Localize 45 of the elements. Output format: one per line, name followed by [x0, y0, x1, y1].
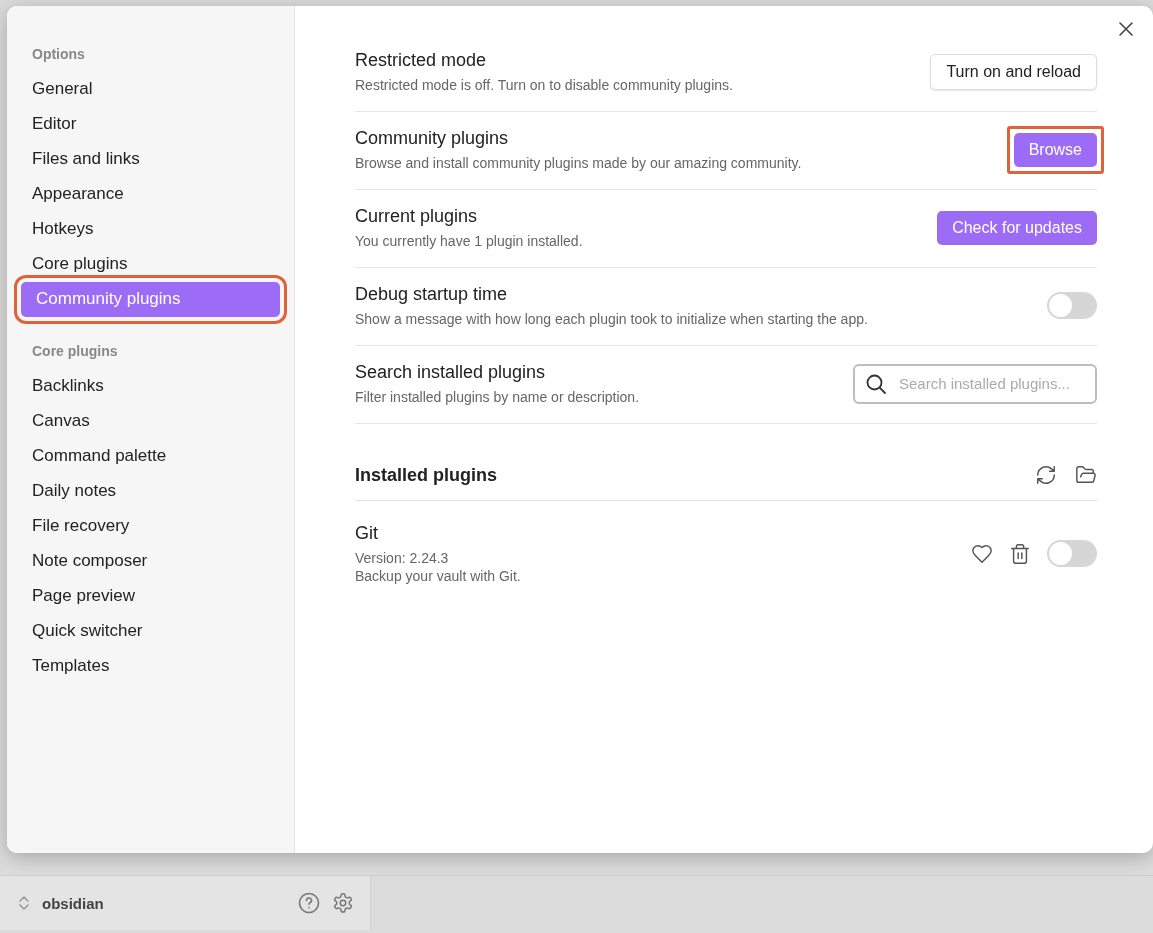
setting-description: You currently have 1 plugin installed. [355, 233, 584, 249]
settings-icon[interactable] [332, 892, 354, 914]
section-title: Options [31, 46, 86, 62]
sidebar-item[interactable]: Templates [17, 649, 284, 684]
search-icon [865, 372, 887, 395]
sidebar-item[interactable]: Appearance [17, 177, 284, 212]
setting-description: Show a message with how long each plugin took to initialize when starting the app. [355, 311, 869, 327]
action-button[interactable]: Turn on and reload [930, 53, 1097, 90]
action-button[interactable]: Check for updates [937, 210, 1097, 245]
setting-name: Current plugins [355, 206, 479, 227]
sidebar-item[interactable]: Page preview [17, 579, 284, 614]
sidebar-item[interactable]: Backlinks [17, 369, 284, 404]
refresh-icon[interactable] [1035, 464, 1057, 486]
setting-description: Browse and install community plugins made by our amazing community. [355, 155, 803, 171]
toggle-switch[interactable] [1047, 292, 1097, 319]
sidebar-item[interactable]: Daily notes [17, 474, 284, 509]
section-title: Core plugins [31, 343, 119, 359]
sidebar-item[interactable]: File recovery [17, 509, 284, 544]
sidebar-item[interactable]: Note composer [17, 544, 284, 579]
sidebar-item[interactable]: General [17, 72, 284, 107]
plugin-name: Git [355, 523, 379, 544]
search-field[interactable]: Search installed plugins... [853, 363, 1097, 404]
plugin-description: Backup your vault with Git. [355, 568, 522, 584]
folder-icon[interactable] [1075, 464, 1097, 486]
sidebar-item[interactable]: Quick switcher [17, 614, 284, 649]
sidebar-item[interactable]: Hotkeys [17, 212, 284, 247]
toggle-switch[interactable] [1047, 540, 1097, 567]
setting-name: Debug startup time [355, 284, 509, 305]
setting-name: Community plugins [355, 128, 510, 149]
sidebar-item[interactable]: Files and links [17, 142, 284, 177]
trash-icon[interactable] [1009, 542, 1031, 565]
setting-description: Filter installed plugins by name or description. [355, 389, 641, 405]
plugin-version: Version: 2.24.3 [355, 550, 450, 566]
help-icon[interactable] [298, 892, 320, 914]
setting-description: Restricted mode is off. Turn on to disable community plugins. [355, 77, 734, 93]
vault-name[interactable]: obsidian [42, 894, 286, 912]
setting-name: Restricted mode [355, 50, 488, 71]
heart-icon[interactable] [971, 542, 993, 565]
sidebar-item[interactable]: Editor [17, 107, 284, 142]
sidebar-item[interactable]: Command palette [17, 439, 284, 474]
sidebar-item[interactable]: Canvas [17, 404, 284, 439]
section-heading: Installed plugins [355, 464, 498, 486]
action-button[interactable]: Browse [1013, 132, 1097, 167]
setting-name: Search installed plugins [355, 362, 547, 383]
sidebar-item[interactable]: Core plugins [17, 247, 284, 282]
